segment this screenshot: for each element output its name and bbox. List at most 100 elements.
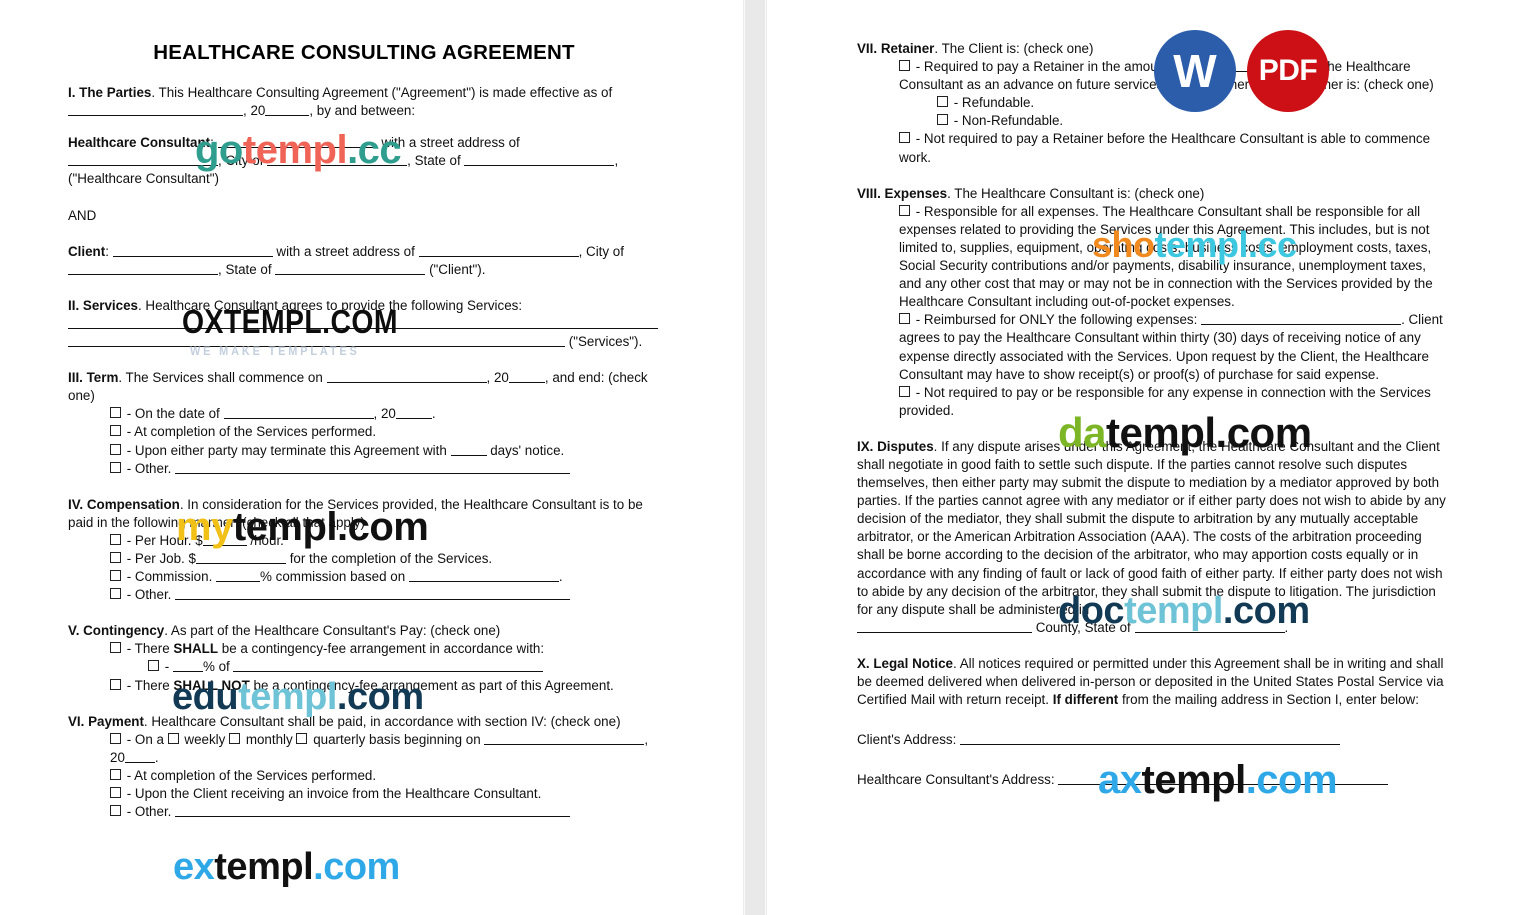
section-compensation-heading: IV. Compensation xyxy=(68,496,180,512)
compensation-option-4[interactable]: - Other. xyxy=(68,586,660,604)
section-legal-notice-text-3: from the mailing address in Section I, e… xyxy=(1121,692,1419,708)
document-page-left: HEALTHCARE CONSULTING AGREEMENT I. The P… xyxy=(0,0,745,915)
checkbox-icon[interactable] xyxy=(899,313,910,325)
retainer-suboption-nonrefundable[interactable]: - Non-Refundable. xyxy=(857,112,1447,130)
checkbox-icon[interactable] xyxy=(110,588,121,600)
retainer-option-1[interactable]: - Required to pay a Retainer in the amou… xyxy=(857,58,1447,94)
contingency-suboption-1[interactable]: - % of xyxy=(68,658,660,676)
payment-other-blank[interactable] xyxy=(175,803,571,818)
client-city-blank[interactable] xyxy=(68,261,218,275)
retainer-suboption-refundable[interactable]: - Refundable. xyxy=(857,94,1447,112)
term-option-1-text-a: - On the date of xyxy=(126,406,220,422)
expenses-option-3[interactable]: - Not required to pay or be responsible … xyxy=(857,384,1447,420)
checkbox-icon[interactable] xyxy=(899,60,910,72)
job-amount-blank[interactable] xyxy=(195,550,286,564)
checkbox-icon[interactable] xyxy=(937,96,948,108)
legal-notice-if-different: If different xyxy=(1052,692,1119,708)
compensation-option-2-text-a: - Per Job. $ xyxy=(126,550,196,566)
term-other-blank[interactable] xyxy=(175,460,571,474)
checkbox-icon[interactable] xyxy=(110,787,121,798)
payment-begin-year-blank[interactable] xyxy=(124,749,155,763)
services-blank-2[interactable] xyxy=(68,333,565,348)
checkbox-icon[interactable] xyxy=(110,732,121,744)
term-commence-date-blank[interactable] xyxy=(326,369,487,384)
client-text-3: , City of xyxy=(578,243,624,259)
payment-begin-date-blank[interactable] xyxy=(484,731,645,745)
compensation-option-2[interactable]: - Per Job. $ for the completion of the S… xyxy=(68,550,660,568)
retainer-nonrefundable-text: - Non-Refundable. xyxy=(953,113,1064,129)
compensation-option-1[interactable]: - Per Hour. $ /hour. xyxy=(68,532,660,550)
term-option-3[interactable]: - Upon either party may terminate this A… xyxy=(68,442,660,460)
checkbox-icon[interactable] xyxy=(110,642,121,654)
section-parties-heading: I. The Parties xyxy=(68,85,152,101)
section-expenses-heading: VIII. Expenses xyxy=(857,185,948,201)
commission-percent-blank[interactable] xyxy=(216,568,261,583)
client-name-blank[interactable] xyxy=(112,243,273,257)
checkbox-icon-weekly[interactable] xyxy=(167,732,179,744)
checkbox-icon[interactable] xyxy=(110,551,121,563)
consultant-address-blank[interactable] xyxy=(1058,771,1389,786)
checkbox-icon[interactable] xyxy=(899,132,910,144)
term-end-date-blank[interactable] xyxy=(223,405,374,420)
checkbox-icon[interactable] xyxy=(110,407,121,419)
term-option-3-text-a: - Upon either party may terminate this A… xyxy=(126,442,447,458)
term-commence-year-blank[interactable] xyxy=(508,369,545,384)
reimbursed-expenses-blank[interactable] xyxy=(1201,311,1402,326)
expenses-option-2[interactable]: - Reimbursed for ONLY the following expe… xyxy=(857,311,1447,383)
term-notice-days-blank[interactable] xyxy=(450,442,487,456)
consultant-street-blank[interactable] xyxy=(68,152,218,167)
contingency-percent-blank[interactable] xyxy=(172,658,203,673)
consultant-name-blank[interactable] xyxy=(217,134,378,149)
effective-year-blank[interactable] xyxy=(265,102,310,117)
checkbox-icon[interactable] xyxy=(110,425,121,437)
term-end-year-blank[interactable] xyxy=(395,405,432,420)
section-expenses-text: . The Healthcare Consultant is: (check o… xyxy=(947,185,1205,201)
payment-option-2[interactable]: - At completion of the Services performe… xyxy=(68,767,660,785)
client-address-blank[interactable] xyxy=(960,731,1341,746)
term-option-2[interactable]: - At completion of the Services performe… xyxy=(68,423,660,441)
client-label: Client xyxy=(68,243,106,259)
contingency-option-2[interactable]: - There SHALL NOT be a contingency-fee a… xyxy=(68,677,660,695)
checkbox-icon-quarterly[interactable] xyxy=(296,732,308,744)
payment-option-3[interactable]: - Upon the Client receiving an invoice f… xyxy=(68,785,660,803)
consultant-state-blank[interactable] xyxy=(464,152,615,167)
watermark-extempl-part1: ex xyxy=(173,846,215,888)
checkbox-icon[interactable] xyxy=(110,461,121,473)
section-disputes: IX. Disputes. If any dispute arises unde… xyxy=(857,438,1447,619)
checkbox-icon[interactable] xyxy=(937,114,948,126)
checkbox-icon[interactable] xyxy=(899,204,910,216)
compensation-option-3[interactable]: - Commission. % commission based on . xyxy=(68,568,660,586)
payment-option-1[interactable]: - On a weekly monthly quarterly basis be… xyxy=(68,731,660,767)
dispute-state-blank[interactable] xyxy=(1134,619,1285,633)
section-parties-text-3: , by and between: xyxy=(309,103,416,119)
checkbox-icon[interactable] xyxy=(110,678,121,690)
client-state-blank[interactable] xyxy=(275,261,426,275)
checkbox-icon[interactable] xyxy=(110,533,121,545)
services-blank-1[interactable] xyxy=(68,315,658,329)
consultant-city-blank[interactable] xyxy=(267,152,408,167)
contingency-basis-blank[interactable] xyxy=(233,658,544,673)
expenses-option-1[interactable]: - Responsible for all expenses. The Heal… xyxy=(857,203,1447,312)
contingency-option-1[interactable]: - There SHALL be a contingency-fee arran… xyxy=(68,640,660,658)
commission-basis-blank[interactable] xyxy=(408,568,559,583)
payment-option-4[interactable]: - Other. xyxy=(68,803,660,821)
consultant-text-4: , State of xyxy=(407,153,461,169)
retainer-option-2[interactable]: - Not required to pay a Retainer before … xyxy=(857,130,1447,166)
payment-option-1-text-a: - On a xyxy=(126,731,164,747)
checkbox-icon[interactable] xyxy=(148,660,159,672)
checkbox-icon[interactable] xyxy=(110,805,121,817)
term-option-4[interactable]: - Other. xyxy=(68,460,660,478)
term-option-1[interactable]: - On the date of , 20. xyxy=(68,405,660,423)
effective-date-blank[interactable] xyxy=(68,102,243,117)
hourly-rate-blank[interactable] xyxy=(202,532,247,546)
checkbox-icon[interactable] xyxy=(899,385,910,397)
term-option-1-text-b: , 20 xyxy=(373,406,396,422)
checkbox-icon-monthly[interactable] xyxy=(229,732,241,744)
compensation-other-blank[interactable] xyxy=(175,586,571,601)
checkbox-icon[interactable] xyxy=(110,768,121,780)
dispute-county-blank[interactable] xyxy=(857,619,1032,633)
checkbox-icon[interactable] xyxy=(110,570,121,582)
checkbox-icon[interactable] xyxy=(110,443,121,455)
retainer-amount-blank[interactable] xyxy=(1194,58,1305,73)
client-street-blank[interactable] xyxy=(418,243,579,257)
